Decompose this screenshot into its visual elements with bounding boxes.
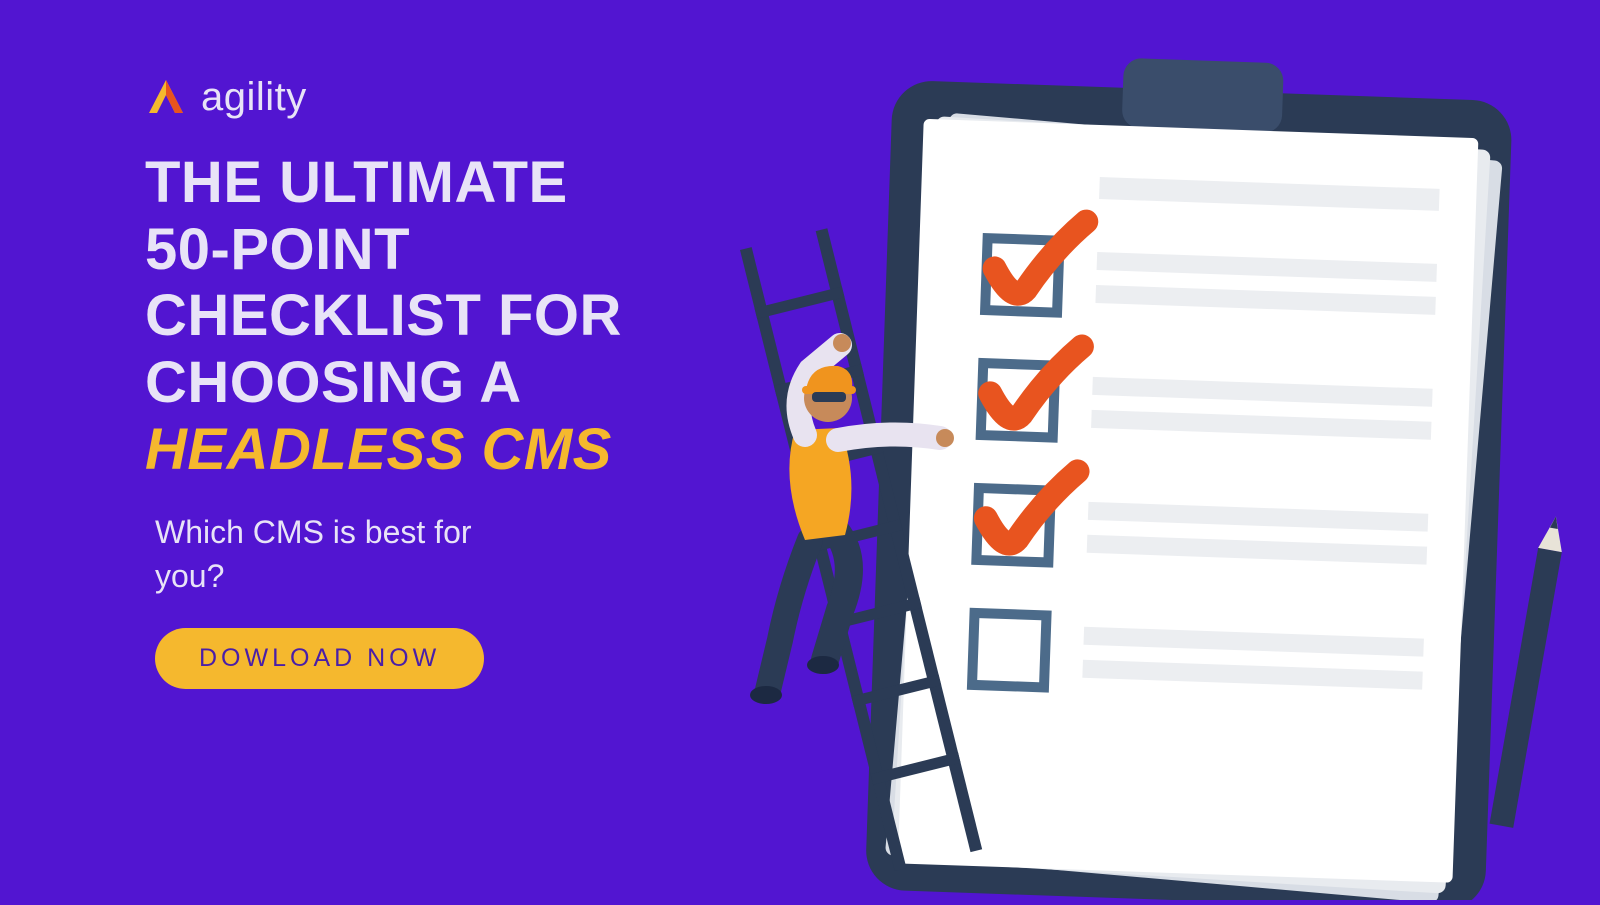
clipboard-illustration	[680, 30, 1600, 900]
headline-line: CHECKLIST FOR	[145, 283, 622, 348]
subheading: Which CMS is best for you?	[155, 511, 515, 597]
headline-line: 50-POINT	[145, 217, 410, 282]
brand-logo: agility	[145, 75, 705, 120]
hero-content: agility THE ULTIMATE 50-POINT CHECKLIST …	[145, 75, 705, 689]
page-title: THE ULTIMATE 50-POINT CHECKLIST FOR CHOO…	[145, 150, 705, 483]
headline-accent: HEADLESS CMS	[145, 417, 612, 482]
agility-logo-icon	[145, 77, 187, 119]
headline-line: CHOOSING A	[145, 350, 522, 415]
headline-line: THE ULTIMATE	[145, 150, 568, 215]
brand-name: agility	[201, 75, 307, 120]
download-button[interactable]: DOWLOAD NOW	[155, 628, 484, 689]
